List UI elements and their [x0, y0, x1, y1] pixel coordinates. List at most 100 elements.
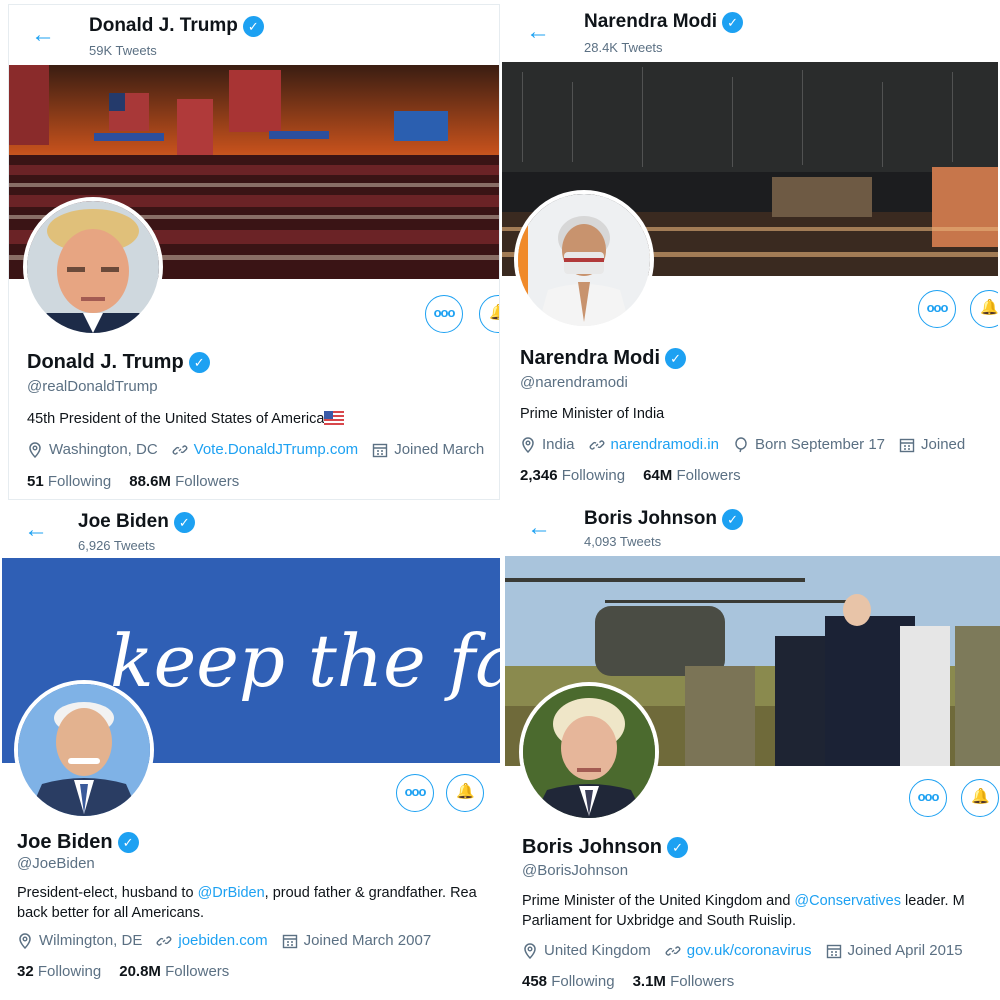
back-arrow-icon[interactable]: ← [24, 518, 48, 542]
tweet-count: 59K Tweets [89, 43, 157, 58]
following-count: 458 [522, 973, 548, 990]
profile-handle: @realDonaldTrump [27, 378, 158, 395]
link-icon [589, 439, 604, 450]
profile-meta: United Kingdom gov.uk/coronavirus Joined… [522, 942, 977, 959]
website-link[interactable]: Vote.DonaldJTrump.com [194, 441, 359, 458]
more-options-button[interactable]: ooo [918, 290, 956, 328]
bio-text-cont: , proud father & grandfather. Rea [264, 885, 477, 901]
profile-handle: @BorisJohnson [522, 862, 629, 879]
joined-text: Joined April 2015 [847, 942, 963, 959]
link-icon [665, 945, 681, 956]
bio-mention-link[interactable]: @DrBiden [198, 885, 265, 901]
followers-link[interactable]: 3.1M Followers [633, 973, 735, 990]
location-text: Washington, DC [49, 441, 158, 458]
profile-panel-trump: ← Donald J. Trump ✓ 59K Tweets ooo Donal… [8, 4, 500, 500]
profile-meta: Washington, DC Vote.DonaldJTrump.com Joi… [27, 441, 498, 458]
bio-text-line2: Parliament for Uxbridge and South Ruisli… [522, 913, 797, 929]
location-pin-icon [19, 932, 31, 949]
followers-label: Followers [165, 963, 230, 980]
profile-bio: Prime Minister of India [520, 406, 665, 422]
website-link[interactable]: joebiden.com [178, 932, 267, 949]
header-title: Boris Johnson ✓ [584, 508, 744, 530]
following-link[interactable]: 2,346 Following [520, 467, 625, 484]
notifications-bell-button[interactable]: 🔔 [446, 774, 484, 812]
following-label: Following [561, 467, 626, 484]
header-title: Donald J. Trump ✓ [89, 15, 264, 37]
calendar-icon [282, 934, 297, 948]
following-count: 51 [27, 473, 44, 490]
joined-text: Joined March [394, 441, 485, 458]
balloon-icon [735, 436, 747, 452]
following-link[interactable]: 458 Following [522, 973, 615, 990]
followers-link[interactable]: 20.8M Followers [119, 963, 229, 980]
followers-label: Followers [175, 473, 240, 490]
profile-stats: 32 Following 20.8M Followers [17, 963, 229, 980]
followers-link[interactable]: 64M Followers [643, 467, 741, 484]
link-icon [172, 444, 188, 455]
calendar-icon [899, 438, 915, 452]
verified-badge-icon: ✓ [667, 837, 689, 858]
profile-stats: 458 Following 3.1M Followers [522, 973, 734, 990]
profile-avatar[interactable] [514, 190, 654, 330]
following-link[interactable]: 32 Following [17, 963, 101, 980]
bio-text-line2: back better for all Americans. [17, 905, 204, 921]
more-options-button[interactable]: ooo [909, 779, 947, 817]
bio-text: Prime Minister of the United Kingdom and [522, 893, 795, 909]
back-arrow-icon[interactable]: ← [527, 516, 551, 540]
profile-bio: President-elect, husband to @DrBiden, pr… [17, 883, 477, 923]
verified-badge-icon: ✓ [665, 348, 687, 369]
back-arrow-icon[interactable]: ← [31, 23, 55, 47]
profile-avatar[interactable] [519, 682, 659, 822]
profile-meta: Wilmington, DE joebiden.com Joined March… [17, 932, 445, 949]
more-options-button[interactable]: ooo [396, 774, 434, 812]
website-link[interactable]: gov.uk/coronavirus [687, 942, 812, 959]
followers-count: 88.6M [129, 473, 171, 490]
profile-handle: @narendramodi [520, 374, 628, 391]
header-title: Narendra Modi ✓ [584, 11, 744, 33]
notifications-bell-button[interactable]: 🔔 [970, 290, 998, 328]
location-text: Wilmington, DE [39, 932, 143, 949]
following-count: 2,346 [520, 467, 558, 484]
following-link[interactable]: 51 Following [27, 473, 111, 490]
banner-text: keep the faith. [110, 619, 500, 703]
verified-badge-icon: ✓ [173, 511, 195, 533]
profile-name: Donald J. Trump ✓ [27, 351, 210, 374]
notifications-bell-button[interactable]: 🔔 [479, 295, 499, 333]
profile-handle: @JoeBiden [17, 855, 95, 872]
followers-count: 64M [643, 467, 673, 484]
profile-avatar[interactable] [23, 197, 163, 337]
followers-count: 20.8M [119, 963, 161, 980]
profile-name: Joe Biden ✓ [17, 831, 139, 854]
followers-count: 3.1M [632, 973, 666, 990]
profile-name: Boris Johnson ✓ [522, 836, 689, 859]
us-flag-icon [324, 411, 345, 425]
tweet-count: 6,926 Tweets [78, 538, 156, 553]
calendar-icon [826, 944, 841, 958]
bio-text-cont: leader. M [901, 893, 965, 909]
following-count: 32 [17, 963, 34, 980]
display-name: Narendra Modi [520, 347, 661, 369]
more-options-button[interactable]: ooo [425, 295, 463, 333]
birthday-text: Born September 17 [754, 436, 886, 453]
display-name: Joe Biden [17, 831, 113, 853]
website-link[interactable]: narendramodi.in [611, 436, 719, 453]
location-pin-icon [524, 942, 536, 959]
profile-bio: Prime Minister of the United Kingdom and… [522, 891, 965, 931]
followers-link[interactable]: 88.6M Followers [129, 473, 239, 490]
display-name: Boris Johnson [522, 836, 663, 858]
bio-text: 45th President of the United States of A… [27, 411, 325, 427]
display-name: Donald J. Trump [27, 351, 184, 373]
header-name: Joe Biden [78, 511, 169, 532]
back-arrow-icon[interactable]: ← [526, 20, 550, 44]
joined-text: Joined [921, 436, 966, 453]
verified-badge-icon: ✓ [722, 508, 744, 530]
following-label: Following [37, 963, 102, 980]
header-name: Narendra Modi [584, 11, 718, 32]
bio-mention-link[interactable]: @Conservatives [794, 893, 901, 909]
profile-name: Narendra Modi ✓ [520, 347, 687, 370]
profile-avatar[interactable] [14, 680, 154, 820]
tweet-count: 28.4K Tweets [584, 40, 663, 55]
notifications-bell-button[interactable]: 🔔 [961, 779, 999, 817]
verified-badge-icon: ✓ [722, 11, 744, 33]
following-label: Following [551, 973, 615, 990]
